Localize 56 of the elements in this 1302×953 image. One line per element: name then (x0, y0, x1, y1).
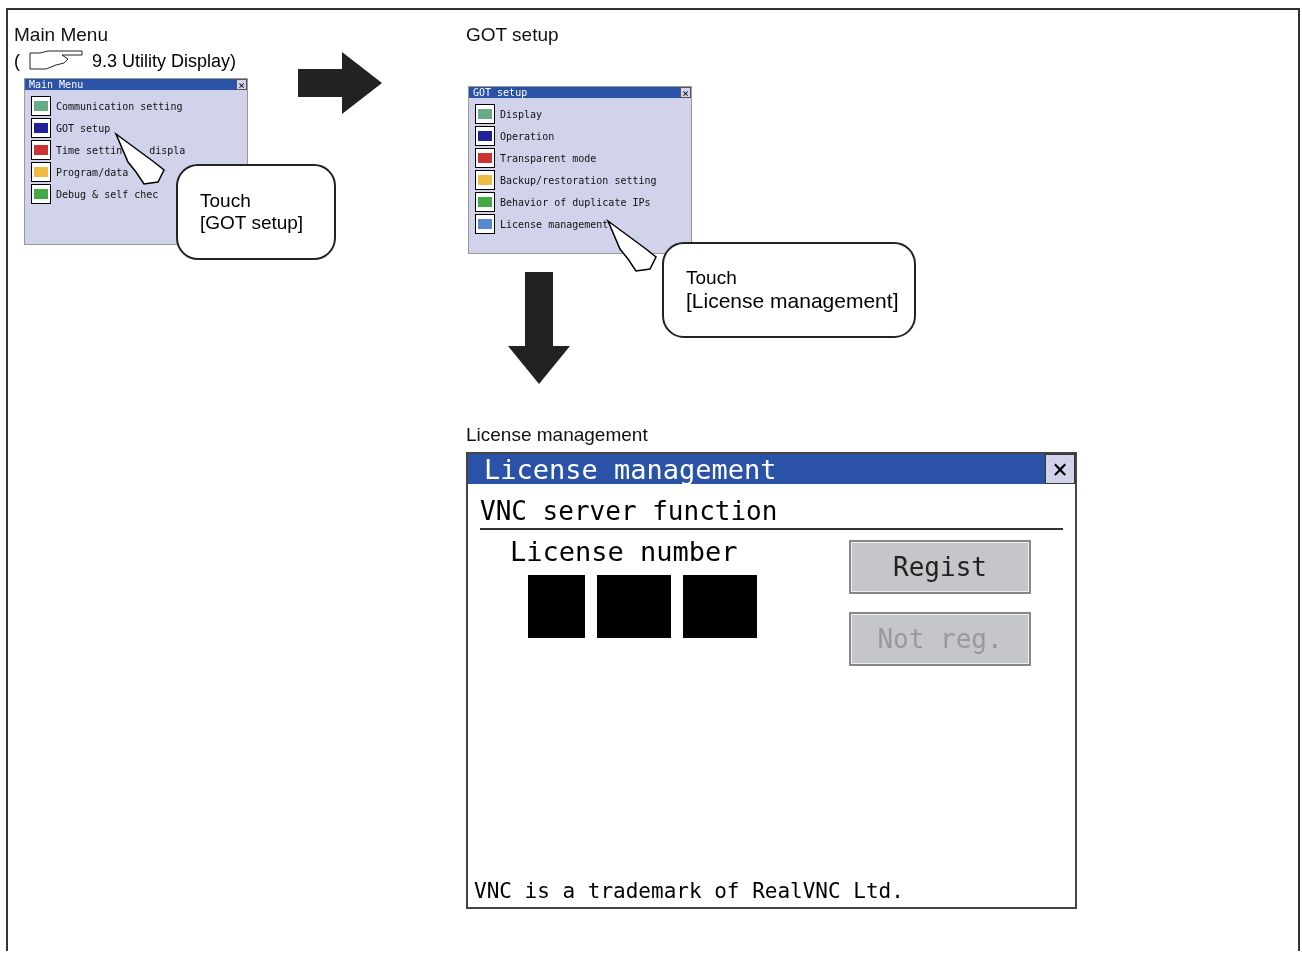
callout-text: [GOT setup] (200, 212, 305, 234)
menu-item-icon (475, 104, 495, 124)
menu-item-label: Time settin (56, 144, 123, 156)
right-arrow-icon (298, 52, 382, 114)
menu-item[interactable]: Backup/restoration setting (469, 169, 659, 191)
menu-item[interactable]: Behavior of duplicate IPs (469, 191, 653, 213)
menu-item[interactable]: Operation (469, 125, 557, 147)
menu-item-label: GOT setup (56, 122, 111, 134)
menu-item-icon (475, 192, 495, 212)
menu-item-label: Display (500, 108, 543, 120)
menu-item[interactable]: Transparent mode (469, 147, 599, 169)
menu-item[interactable]: Debug & self chec (25, 183, 161, 205)
menu-item[interactable]: Program/data (25, 161, 131, 183)
menu-item-label: Program/data (56, 166, 129, 178)
menu-item-icon (31, 96, 51, 116)
menu-item-icon (31, 140, 51, 160)
menu-item-icon (31, 118, 51, 138)
reference-text: 9.3 Utility Display) (92, 50, 237, 72)
menu-item-label: License management (500, 218, 609, 230)
menu-item[interactable]: Time settin displa (25, 139, 188, 161)
menu-item-icon (475, 214, 495, 234)
callout-text: Touch (200, 190, 252, 212)
register-button[interactable]: Regist (849, 540, 1031, 594)
menu-item-icon (475, 126, 495, 146)
close-button[interactable]: × (1045, 454, 1075, 484)
close-button[interactable]: × (236, 79, 247, 90)
reference-text: ( (14, 50, 20, 72)
window-title: License management × (468, 454, 1075, 484)
step-caption: Main Menu (14, 24, 109, 46)
menu-item-label: Behavior of duplicate IPs (500, 196, 651, 208)
menu-item-icon (31, 162, 51, 182)
step-caption: GOT setup (466, 24, 560, 46)
menu-item-icon (475, 170, 495, 190)
menu-item-icon (31, 184, 51, 204)
menu-item-label: Debug & self chec (56, 188, 159, 200)
close-button[interactable]: × (680, 87, 691, 98)
field-label: License number (510, 536, 739, 567)
license-block (528, 575, 585, 638)
menu-item-label: Communication setting (56, 100, 183, 112)
menu-item[interactable]: Communication setting (25, 95, 185, 117)
menu-item-label: Operation (500, 130, 555, 142)
step-caption: License management (466, 424, 649, 446)
callout-text: Touch (686, 267, 738, 289)
down-arrow-icon (508, 272, 570, 384)
callout-text: [License management] (686, 289, 900, 313)
trademark-note: VNC is a trademark of RealVNC Ltd. (473, 879, 905, 905)
menu-item-label: Backup/restoration setting (500, 174, 657, 186)
menu-item-label: displa (149, 144, 186, 156)
section-heading: VNC server function (480, 496, 1063, 530)
menu-item-icon (475, 148, 495, 168)
window-title: GOT setup × (469, 87, 691, 98)
menu-item-label: Transparent mode (500, 152, 597, 164)
window-title: Main Menu × (25, 79, 247, 90)
menu-item[interactable]: Display (469, 103, 545, 125)
menu-item[interactable]: GOT setup (25, 117, 113, 139)
menu-item[interactable]: License management (469, 213, 611, 235)
